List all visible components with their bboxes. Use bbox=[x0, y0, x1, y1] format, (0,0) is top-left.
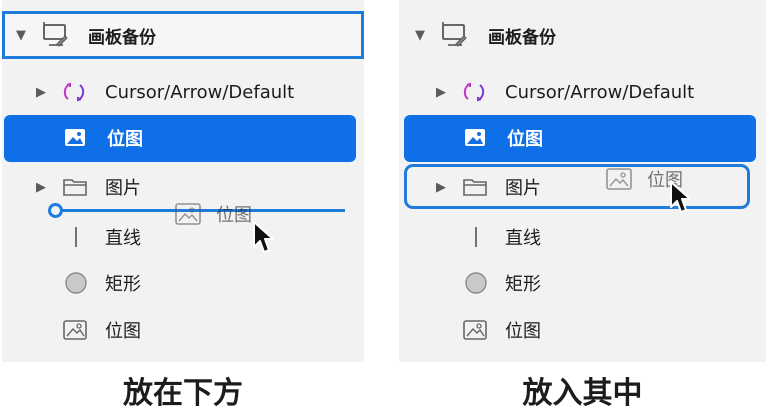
layer-label-cursor: Cursor/Arrow/Default bbox=[505, 81, 695, 103]
layer-row-symbol[interactable]: ▶ Cursor/Arrow/Default bbox=[399, 72, 766, 112]
drag-ghost-image-icon bbox=[606, 168, 632, 190]
disclosure-closed-icon[interactable]: ▶ bbox=[34, 85, 48, 100]
image-icon bbox=[463, 127, 487, 149]
layers-panel-right: ▼ 画板备份 ▶ Cursor/Arrow/Default 位图 ▶ 图片 直线… bbox=[399, 0, 766, 362]
layer-row-folder[interactable]: ▶ 图片 bbox=[399, 167, 766, 207]
image-outline-icon bbox=[462, 319, 488, 341]
oval-icon bbox=[64, 271, 88, 295]
artboard-row[interactable]: ▼ 画板备份 bbox=[399, 11, 766, 59]
artboard-row[interactable]: ▼ 画板备份 bbox=[2, 11, 364, 59]
layer-row-rect[interactable]: 矩形 bbox=[399, 263, 766, 303]
layer-label-line: 直线 bbox=[505, 228, 541, 249]
layer-row-symbol[interactable]: ▶ Cursor/Arrow/Default bbox=[2, 72, 364, 112]
mouse-pointer-icon bbox=[670, 181, 691, 213]
layer-label-rect: 矩形 bbox=[105, 274, 141, 295]
drag-ghost-label: 位图 bbox=[216, 205, 252, 226]
layer-label-folder: 图片 bbox=[105, 178, 141, 199]
layer-label-folder: 图片 bbox=[505, 178, 541, 199]
drag-ghost: 位图 bbox=[174, 201, 252, 227]
caption-right: 放入其中 bbox=[522, 376, 643, 411]
layer-label-selected: 位图 bbox=[507, 129, 543, 150]
layer-label-rect: 矩形 bbox=[505, 274, 541, 295]
layer-row-rect[interactable]: 矩形 bbox=[2, 263, 364, 303]
layer-row-bitmap[interactable]: 位图 bbox=[399, 310, 766, 350]
disclosure-open-icon[interactable]: ▼ bbox=[14, 28, 28, 43]
folder-icon bbox=[62, 176, 88, 198]
oval-icon bbox=[464, 271, 488, 295]
artboard-label: 画板备份 bbox=[488, 27, 556, 48]
symbol-icon bbox=[462, 80, 486, 104]
layer-label-selected: 位图 bbox=[107, 129, 143, 150]
folder-icon bbox=[462, 176, 488, 198]
drag-ghost-image-icon bbox=[175, 203, 201, 225]
line-icon bbox=[473, 226, 479, 248]
line-icon bbox=[73, 226, 79, 248]
image-icon bbox=[63, 127, 87, 149]
artboard-label: 画板备份 bbox=[88, 27, 156, 48]
disclosure-open-icon[interactable]: ▼ bbox=[413, 28, 427, 43]
symbol-icon bbox=[62, 80, 86, 104]
disclosure-closed-icon[interactable]: ▶ bbox=[34, 180, 48, 195]
layer-label-line: 直线 bbox=[105, 228, 141, 249]
layer-label-bitmap: 位图 bbox=[505, 321, 541, 342]
layer-row-line[interactable]: 直线 bbox=[399, 217, 766, 257]
layer-label-cursor: Cursor/Arrow/Default bbox=[105, 81, 295, 103]
layer-row-selected[interactable]: 位图 bbox=[404, 115, 756, 162]
layer-row-bitmap[interactable]: 位图 bbox=[2, 310, 364, 350]
layers-panel-left: ▼ 画板备份 ▶ Cursor/Arrow/Default 位图 ▶ 图片 直线… bbox=[2, 0, 364, 362]
layer-row-selected[interactable]: 位图 bbox=[4, 115, 356, 162]
disclosure-closed-icon[interactable]: ▶ bbox=[434, 85, 448, 100]
layer-label-bitmap: 位图 bbox=[105, 321, 141, 342]
mouse-pointer-icon bbox=[253, 221, 274, 253]
image-outline-icon bbox=[62, 319, 88, 341]
artboard-icon bbox=[40, 21, 70, 49]
disclosure-closed-icon[interactable]: ▶ bbox=[434, 180, 448, 195]
caption-left: 放在下方 bbox=[123, 376, 243, 411]
artboard-icon bbox=[439, 21, 469, 49]
drop-indicator-dot bbox=[48, 203, 63, 218]
